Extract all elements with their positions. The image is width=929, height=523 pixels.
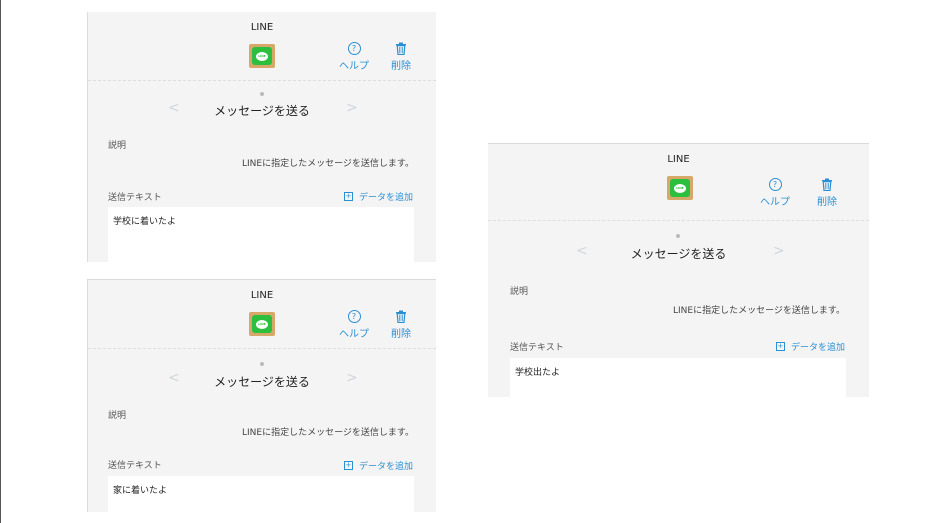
chevron-right-icon[interactable]: >: [346, 370, 358, 386]
plus-square-icon: +: [775, 342, 785, 351]
app-title: LINE: [250, 290, 274, 301]
help-circle-icon: ?: [347, 42, 361, 55]
delete-button[interactable]: 削除: [391, 42, 411, 72]
help-circle-icon: ?: [768, 178, 782, 191]
send-text-label: 送信テキスト: [108, 193, 162, 203]
description-label: 説明: [510, 287, 529, 297]
trash-icon: [821, 178, 833, 191]
header-divider: [488, 220, 869, 221]
help-button[interactable]: ? ヘルプ: [339, 42, 369, 72]
description-text: LINEに指定したメッセージを送信します。: [241, 428, 414, 438]
action-panel-1: LINE LINE ? ヘルプ 削除 < メッセージを送る > 説明 LINEに…: [87, 12, 436, 262]
trash-icon: [395, 42, 407, 55]
trash-icon: [395, 310, 407, 323]
action-panel-3: LINE LINE ? ヘルプ 削除 < メッセージを送る > 説明 LINEに…: [488, 143, 869, 397]
description-label: 説明: [108, 411, 127, 421]
plus-square-icon: +: [343, 461, 353, 470]
message-value: 学校に着いたよ: [113, 217, 177, 227]
line-app-icon: LINE: [249, 44, 275, 68]
message-input[interactable]: 学校に着いたよ: [108, 207, 414, 262]
add-data-button[interactable]: + データを追加: [343, 459, 413, 472]
message-value: 家に着いたよ: [113, 486, 168, 496]
page-indicator-dot: [676, 234, 680, 238]
description-label: 説明: [108, 141, 127, 151]
description-text: LINEに指定したメッセージを送信します。: [241, 159, 414, 169]
message-value: 学校出たよ: [515, 368, 561, 378]
panel-header: LINE LINE ? ヘルプ 削除: [88, 12, 436, 80]
panel-header: LINE LINE ? ヘルプ 削除: [88, 280, 436, 348]
delete-label: 削除: [391, 329, 411, 340]
action-title: メッセージを送る: [630, 247, 727, 261]
header-divider: [88, 80, 436, 81]
help-button[interactable]: ? ヘルプ: [760, 178, 790, 208]
app-title: LINE: [667, 154, 690, 165]
add-data-button[interactable]: + データを追加: [775, 340, 845, 353]
app-title: LINE: [250, 22, 274, 33]
help-label: ヘルプ: [339, 61, 369, 72]
send-text-label: 送信テキスト: [108, 461, 162, 471]
chevron-right-icon[interactable]: >: [346, 100, 358, 116]
add-data-label: データを追加: [358, 462, 413, 472]
help-button[interactable]: ? ヘルプ: [339, 310, 369, 340]
add-data-button[interactable]: + データを追加: [343, 190, 413, 203]
help-circle-icon: ?: [347, 310, 361, 323]
add-data-label: データを追加: [358, 193, 413, 203]
action-panel-2: LINE LINE ? ヘルプ 削除 < メッセージを送る > 説明 LINEに…: [87, 279, 436, 512]
line-app-icon: LINE: [249, 312, 275, 336]
delete-button[interactable]: 削除: [817, 178, 837, 208]
send-text-label: 送信テキスト: [510, 343, 564, 353]
message-input[interactable]: 学校出たよ: [510, 358, 846, 397]
action-title: メッセージを送る: [214, 375, 310, 389]
delete-label: 削除: [391, 61, 411, 72]
help-label: ヘルプ: [339, 329, 369, 340]
page-indicator-dot: [260, 92, 264, 96]
action-title: メッセージを送る: [214, 104, 310, 118]
description-text: LINEに指定したメッセージを送信します。: [672, 306, 845, 316]
window-edge: [0, 0, 1, 523]
add-data-label: データを追加: [790, 343, 845, 353]
delete-button[interactable]: 削除: [391, 310, 411, 340]
delete-label: 削除: [817, 197, 837, 208]
header-divider: [88, 348, 436, 349]
panel-header: LINE LINE ? ヘルプ 削除: [488, 144, 869, 212]
message-input[interactable]: 家に着いたよ: [108, 476, 414, 512]
page-indicator-dot: [260, 362, 264, 366]
plus-square-icon: +: [343, 192, 353, 201]
help-label: ヘルプ: [760, 197, 790, 208]
chevron-right-icon[interactable]: >: [773, 243, 785, 259]
line-app-icon: LINE: [667, 176, 693, 200]
